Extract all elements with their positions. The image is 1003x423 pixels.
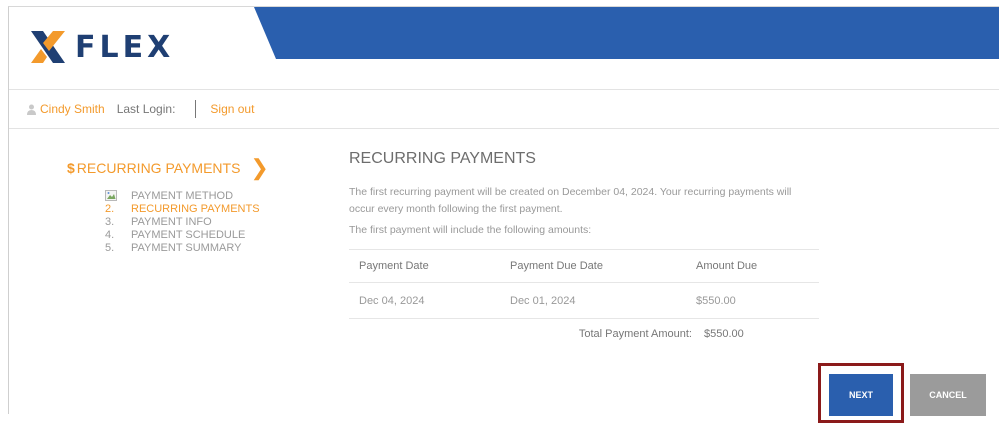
column-header-amount-due: Amount Due [686,249,819,283]
user-name: Cindy Smith [40,102,105,116]
sidebar-title-text: RECURRING PAYMENTS [76,160,241,176]
table-header-row: Payment Date Payment Due Date Amount Due [349,249,819,283]
broken-image-icon [105,190,117,201]
table-row: Dec 04, 2024 Dec 01, 2024 $550.00 [349,282,819,319]
logo-text: FLEX [75,29,175,65]
user-bar: Cindy Smith Last Login: Sign out [9,89,999,129]
amounts-intro-text: The first payment will include the follo… [349,224,592,236]
step-label: PAYMENT SUMMARY [131,241,242,254]
next-button[interactable]: NEXT [829,374,893,416]
payment-table: Payment Date Payment Due Date Amount Due… [349,249,819,319]
chevron-right-icon: ❯ [250,155,269,180]
step-number: 5. [105,241,115,254]
step-payment-summary[interactable]: 5. PAYMENT SUMMARY [105,241,317,254]
step-list: PAYMENT METHOD 2. RECURRING PAYMENTS 3. … [105,189,317,254]
step-label: PAYMENT SCHEDULE [131,228,246,241]
step-payment-method[interactable]: PAYMENT METHOD [105,189,317,202]
step-label: PAYMENT INFO [131,215,212,228]
header: FLEX [9,7,999,89]
last-login-label: Last Login: [116,102,176,116]
column-header-payment-due-date: Payment Due Date [500,249,686,283]
cancel-button[interactable]: CANCEL [910,374,986,416]
user-icon [27,104,36,115]
sidebar-title: $ RECURRING PAYMENTS ❯ [67,157,317,179]
dollar-icon: $ [67,160,75,176]
total-value: $550.00 [704,328,744,340]
step-number: 4. [105,228,115,241]
step-label: PAYMENT METHOD [131,189,234,202]
total-row: Total Payment Amount: $550.00 [349,319,819,349]
flex-logo-icon [29,27,67,67]
payment-due-date-cell: Dec 01, 2024 [500,282,686,319]
total-label: Total Payment Amount: [578,328,692,340]
description-text: The first recurring payment will be crea… [349,186,792,215]
sidebar: $ RECURRING PAYMENTS ❯ PAYMENT METHOD 2.… [67,157,317,254]
divider [195,100,197,118]
amount-due-cell: $550.00 [686,282,819,319]
user-link[interactable]: Cindy Smith [27,102,105,116]
payment-date-cell: Dec 04, 2024 [349,282,500,319]
column-header-payment-date: Payment Date [349,249,500,283]
main-content: RECURRING PAYMENTS The first recurring p… [349,150,819,349]
flex-logo[interactable]: FLEX [29,27,174,67]
step-number: 2. [105,202,115,215]
step-recurring-payments[interactable]: 2. RECURRING PAYMENTS [105,202,317,215]
step-number: 3. [105,215,115,228]
step-payment-schedule[interactable]: 4. PAYMENT SCHEDULE [105,228,317,241]
step-label: RECURRING PAYMENTS [131,202,260,215]
sign-out-link[interactable]: Sign out [210,102,254,116]
step-payment-info[interactable]: 3. PAYMENT INFO [105,215,317,228]
page-title: RECURRING PAYMENTS [349,150,536,167]
header-banner [254,7,999,59]
app-frame: FLEX Cindy Smith Last Login: Sign out $ … [8,6,999,414]
